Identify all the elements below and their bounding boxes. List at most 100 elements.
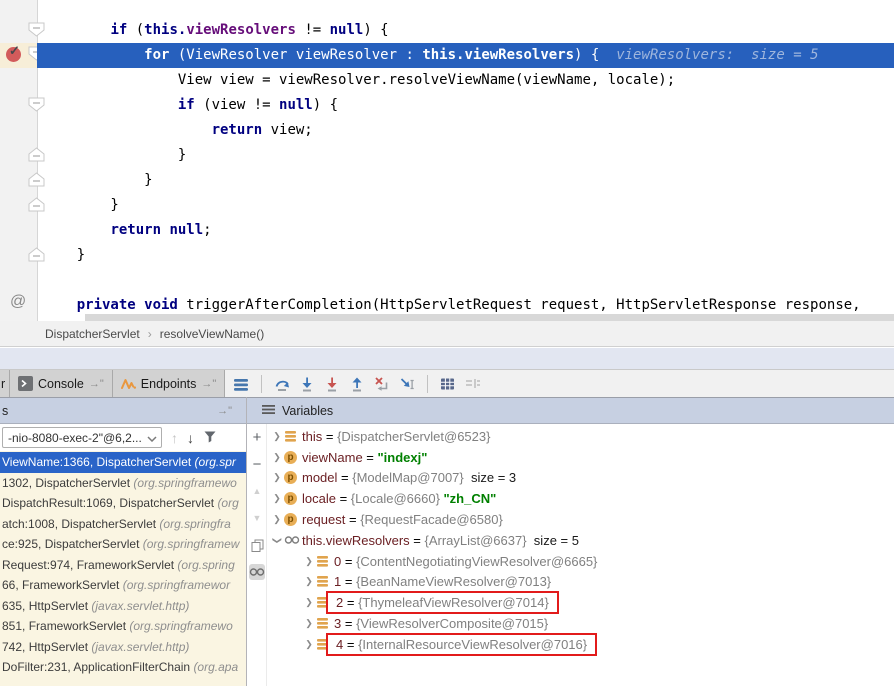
step-into-icon[interactable]	[299, 376, 315, 392]
settings-menu-icon[interactable]	[233, 376, 249, 392]
code-line[interactable]: return view;	[37, 118, 894, 143]
frame-package: (javax.servlet.http)	[91, 599, 189, 613]
code-line[interactable]: }	[37, 143, 894, 168]
down-arrow-icon[interactable]: ↓	[187, 430, 194, 446]
code-line[interactable]	[37, 268, 894, 293]
frame-row[interactable]: 742, HttpServlet (javax.servlet.http)	[0, 637, 246, 658]
chevron-right-icon[interactable]: ❯	[270, 431, 284, 442]
thread-selector[interactable]: -nio-8080-exec-2"@6,2...	[2, 427, 162, 448]
variable-row[interactable]: ❯this = {DispatcherServlet@6523}	[268, 426, 894, 447]
breadcrumb-class[interactable]: DispatcherServlet	[45, 327, 140, 341]
step-over-icon[interactable]	[274, 376, 290, 392]
frame-location: 742, HttpServlet	[2, 640, 91, 654]
panel-splitter[interactable]	[246, 397, 247, 686]
frame-location: 1302, DispatcherServlet	[2, 476, 133, 490]
breakpoint-icon[interactable]: ✓	[6, 47, 21, 62]
value-bars-icon	[316, 575, 334, 588]
variable-value: {ViewResolverComposite@7015}	[356, 616, 548, 631]
frame-row[interactable]: 66, FrameworkServlet (org.springframewor	[0, 575, 246, 596]
tab-pin-icon: →"	[89, 378, 104, 390]
frame-row[interactable]: atch:1008, DispatcherServlet (org.spring…	[0, 514, 246, 535]
move-down-button[interactable]: ▼	[249, 510, 265, 526]
code-line[interactable]: }	[37, 243, 894, 268]
variable-row[interactable]: ❯3 = {ViewResolverComposite@7015}	[268, 613, 894, 634]
chevron-right-icon[interactable]: ❯	[302, 618, 316, 629]
evaluate-grid-icon[interactable]	[440, 376, 456, 392]
filter-icon[interactable]	[203, 430, 217, 446]
frame-row[interactable]: 851, FrameworkServlet (org.springframewo	[0, 616, 246, 637]
equals-sign: =	[410, 533, 425, 548]
chevron-right-icon[interactable]: ❯	[270, 493, 284, 504]
drop-frame-icon[interactable]	[374, 376, 390, 392]
variable-row[interactable]: ❯this.viewResolvers = {ArrayList@6637} s…	[268, 530, 894, 551]
code-line[interactable]: if (this.viewResolvers != null) {	[37, 18, 894, 43]
frame-row[interactable]: DoFilter:231, ApplicationFilterChain (or…	[0, 657, 246, 678]
execution-line[interactable]: for (ViewResolver viewResolver : this.vi…	[37, 43, 894, 68]
frame-package: (org.springfra	[159, 517, 230, 531]
tab-console[interactable]: Console →"	[10, 370, 113, 397]
force-step-into-icon[interactable]	[324, 376, 340, 392]
frame-package: (org.springframew	[143, 537, 240, 551]
variables-menu-icon[interactable]	[262, 404, 275, 418]
code-line[interactable]: View view = viewResolver.resolveViewName…	[37, 68, 894, 93]
equals-sign: =	[363, 450, 378, 465]
frame-package: (org.spr	[195, 455, 236, 469]
up-arrow-icon[interactable]: ↑	[171, 430, 178, 446]
chevron-right-icon[interactable]: ❯	[270, 452, 284, 463]
tab-console-label: Console	[38, 377, 84, 391]
frame-location: Request:974, FrameworkServlet	[2, 558, 177, 572]
code-line[interactable]: return null;	[37, 218, 894, 243]
variable-row[interactable]: ❯plocale = {Locale@6660} "zh_CN"	[268, 488, 894, 509]
chevron-right-icon[interactable]: ❯	[270, 514, 284, 525]
chevron-down-icon[interactable]: ❯	[272, 533, 283, 547]
layout-settings-icon[interactable]	[465, 376, 481, 392]
frame-row[interactable]: DispatchResult:1069, DispatcherServlet (…	[0, 493, 246, 514]
tab-endpoints[interactable]: Endpoints →"	[113, 370, 226, 397]
tool-window-headers: s →" Variables	[0, 397, 894, 424]
add-watch-button[interactable]: +	[249, 429, 265, 445]
chevron-right-icon[interactable]: ❯	[302, 556, 316, 567]
variable-row[interactable]: ❯1 = {BeanNameViewResolver@7013}	[268, 572, 894, 593]
breadcrumb-method[interactable]: resolveViewName()	[160, 327, 264, 341]
frame-location: atch:1008, DispatcherServlet	[2, 517, 159, 531]
chevron-right-icon[interactable]: ❯	[302, 639, 316, 650]
value-bars-icon	[284, 430, 302, 443]
parameter-icon: p	[284, 492, 302, 505]
frame-row[interactable]: ce:925, DispatcherServlet (org.springfra…	[0, 534, 246, 555]
variables-title: Variables	[282, 404, 333, 418]
debug-step-toolbar	[225, 370, 481, 397]
code-editor: ✓ @ if (this.viewResolvers != null) { fo…	[0, 0, 894, 321]
breakpoint-verified-check-icon: ✓	[9, 43, 20, 59]
variable-name: locale	[302, 491, 336, 506]
code-line[interactable]: }	[37, 193, 894, 218]
variable-row[interactable]: ❯0 = {ContentNegotiatingViewResolver@666…	[268, 551, 894, 572]
tab-debugger-partial[interactable]: r	[0, 370, 10, 397]
frame-row[interactable]: ViewName:1366, DispatcherServlet (org.sp…	[0, 452, 246, 473]
variable-value: {ThymeleafViewResolver@7014}	[358, 595, 549, 610]
debug-tab-bar: r Console →" Endpoints →"	[0, 370, 894, 398]
annotation-at-icon: @	[10, 293, 26, 311]
chevron-right-icon[interactable]: ❯	[302, 597, 316, 608]
variables-tree: ❯this = {DispatcherServlet@6523}❯pviewNa…	[268, 424, 894, 686]
step-out-icon[interactable]	[349, 376, 365, 392]
variable-row[interactable]: ❯4 = {InternalResourceViewResolver@7016}	[268, 634, 894, 655]
variable-name: request	[302, 512, 345, 527]
code-line[interactable]: }	[37, 168, 894, 193]
frame-row[interactable]: 635, HttpServlet (javax.servlet.http)	[0, 596, 246, 617]
remove-watch-button[interactable]: −	[249, 456, 265, 472]
show-watches-glasses-button[interactable]	[249, 564, 265, 580]
chevron-right-icon[interactable]: ❯	[302, 576, 316, 587]
duplicate-watch-button[interactable]	[249, 537, 265, 553]
move-up-button[interactable]: ▲	[249, 483, 265, 499]
variable-row[interactable]: ❯prequest = {RequestFacade@6580}	[268, 509, 894, 530]
frame-row[interactable]: 1302, DispatcherServlet (org.springframe…	[0, 473, 246, 494]
clipped-next-line	[85, 314, 894, 321]
chevron-right-icon[interactable]: ❯	[270, 472, 284, 483]
variable-row[interactable]: ❯2 = {ThymeleafViewResolver@7014}	[268, 592, 894, 613]
run-to-cursor-icon[interactable]	[399, 376, 415, 392]
variable-row[interactable]: ❯pmodel = {ModelMap@7007} size = 3	[268, 468, 894, 489]
code-line[interactable]: if (view != null) {	[37, 93, 894, 118]
variable-row[interactable]: ❯pviewName = "indexj"	[268, 447, 894, 468]
value-bars-icon	[316, 555, 334, 568]
frame-row[interactable]: Request:974, FrameworkServlet (org.sprin…	[0, 555, 246, 576]
